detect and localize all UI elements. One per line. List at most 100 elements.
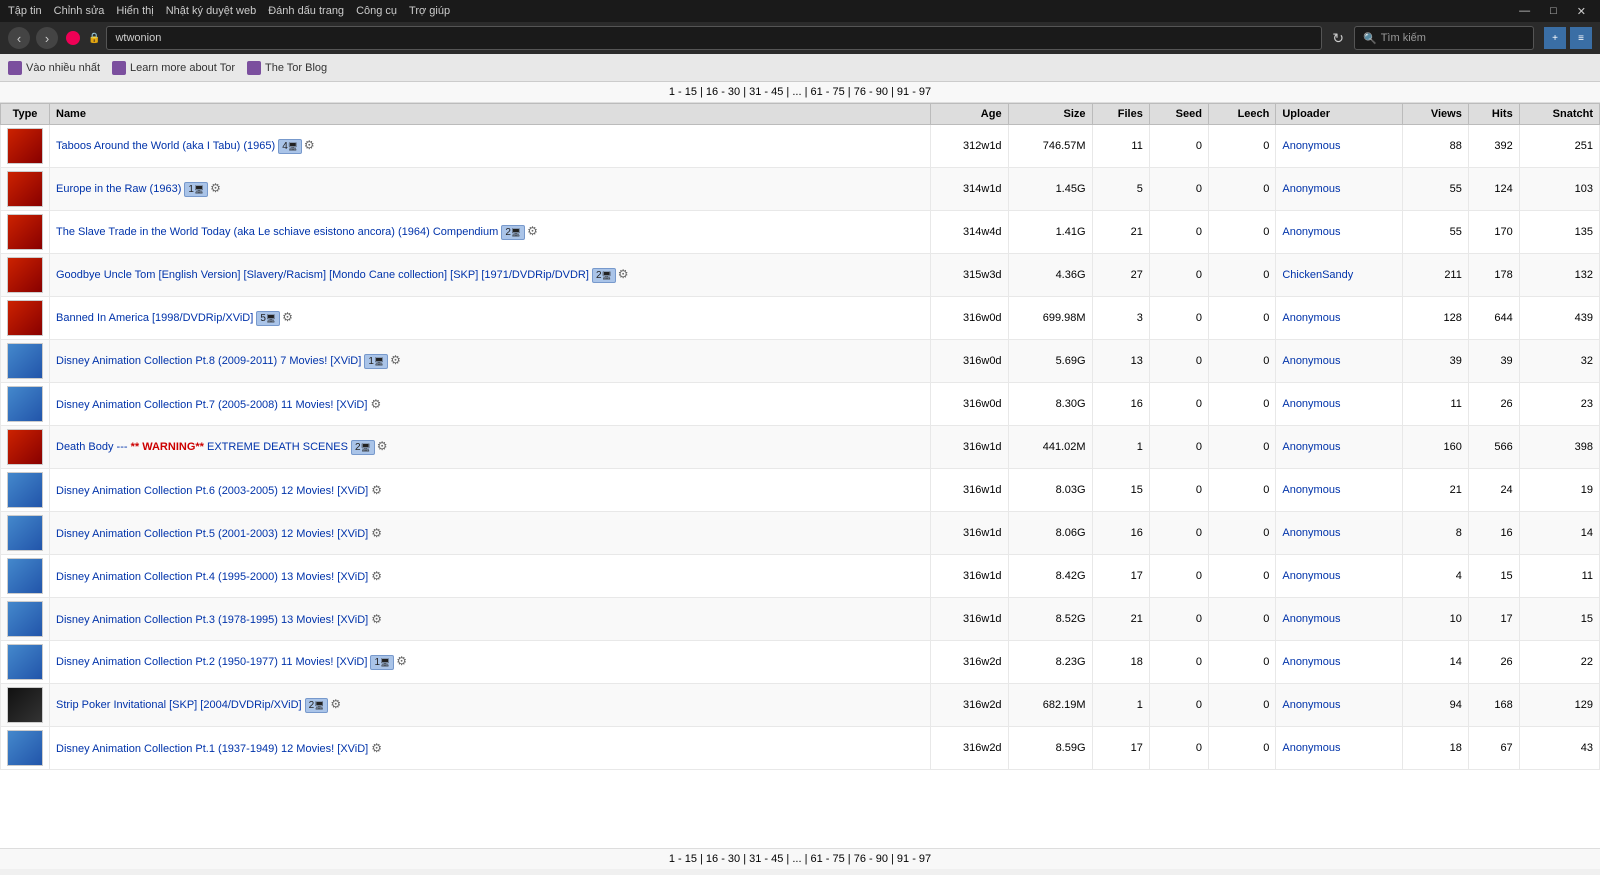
torrent-btn-num[interactable]: 2🖥: [351, 440, 375, 455]
header-size[interactable]: Size: [1008, 104, 1092, 125]
search-box[interactable]: 🔍 Tìm kiếm: [1354, 26, 1534, 50]
uploader-link[interactable]: Anonymous: [1282, 398, 1340, 410]
magnet-icon[interactable]: ⚙: [527, 224, 538, 238]
minimize-button[interactable]: —: [1513, 3, 1536, 20]
uploader-link[interactable]: Anonymous: [1282, 742, 1340, 754]
bookmark-nhieuhat[interactable]: Vào nhiều nhất: [8, 61, 100, 75]
hits-cell: 16: [1468, 512, 1519, 555]
torrent-link[interactable]: Disney Animation Collection Pt.5 (2001-2…: [56, 528, 368, 540]
bookmark-torblog[interactable]: The Tor Blog: [247, 61, 327, 75]
menu-hienthi[interactable]: Hiển thị: [116, 5, 153, 17]
window-controls[interactable]: — □ ✕: [1513, 3, 1592, 20]
header-snatcht[interactable]: Snatcht: [1519, 104, 1599, 125]
bookmark-learntor[interactable]: Learn more about Tor: [112, 61, 235, 75]
uploader-cell: Anonymous: [1276, 512, 1402, 555]
torrent-btn-num[interactable]: 2🖥: [305, 698, 329, 713]
torrent-link[interactable]: Strip Poker Invitational [SKP] [2004/DVD…: [56, 699, 302, 711]
sidebar-button[interactable]: ≡: [1570, 27, 1592, 49]
back-button[interactable]: ‹: [8, 27, 30, 49]
torrent-btn-num[interactable]: 2🖥: [592, 268, 616, 283]
magnet-icon[interactable]: ⚙: [377, 439, 388, 453]
magnet-icon[interactable]: ⚙: [396, 654, 407, 668]
new-tab-button[interactable]: +: [1544, 27, 1566, 49]
torrent-link[interactable]: Goodbye Uncle Tom [English Version] [Sla…: [56, 269, 589, 281]
header-type[interactable]: Type: [1, 104, 50, 125]
torrent-link[interactable]: Disney Animation Collection Pt.7 (2005-2…: [56, 399, 367, 411]
torrent-btn-num[interactable]: 4🖥: [278, 139, 302, 154]
uploader-link[interactable]: Anonymous: [1282, 484, 1340, 496]
menu-nhatky[interactable]: Nhật ký duyệt web: [166, 5, 257, 17]
torrent-link[interactable]: Europe in the Raw (1963): [56, 183, 181, 195]
uploader-link[interactable]: Anonymous: [1282, 656, 1340, 668]
forward-button[interactable]: ›: [36, 27, 58, 49]
header-files[interactable]: Files: [1092, 104, 1149, 125]
uploader-link[interactable]: Anonymous: [1282, 312, 1340, 324]
magnet-icon[interactable]: ⚙: [304, 138, 315, 152]
torrent-link[interactable]: Disney Animation Collection Pt.1 (1937-1…: [56, 743, 368, 755]
browser-action-buttons[interactable]: + ≡: [1544, 27, 1592, 49]
magnet-icon[interactable]: ⚙: [282, 310, 293, 324]
magnet-icon[interactable]: ⚙: [371, 526, 382, 540]
header-age[interactable]: Age: [931, 104, 1009, 125]
torrent-link[interactable]: Death Body --- ** WARNING** EXTREME DEAT…: [56, 441, 348, 453]
magnet-icon[interactable]: ⚙: [210, 181, 221, 195]
torrent-link[interactable]: Disney Animation Collection Pt.8 (2009-2…: [56, 355, 361, 367]
address-bar[interactable]: wtwonion: [106, 26, 1322, 50]
uploader-link[interactable]: Anonymous: [1282, 699, 1340, 711]
seed-cell: 0: [1149, 684, 1208, 727]
menu-trogiup[interactable]: Trợ giúp: [409, 5, 450, 17]
reload-button[interactable]: ↻: [1328, 28, 1348, 49]
close-button[interactable]: ✕: [1571, 3, 1592, 20]
header-hits[interactable]: Hits: [1468, 104, 1519, 125]
table-row: Europe in the Raw (1963) 1🖥⚙ 314w1d 1.45…: [1, 168, 1600, 211]
menu-taptin[interactable]: Tập tin: [8, 5, 42, 17]
menu-bar[interactable]: Tập tin Chỉnh sửa Hiển thị Nhật ký duyệt…: [8, 5, 450, 17]
torrent-link[interactable]: Banned In America [1998/DVDRip/XViD]: [56, 312, 253, 324]
magnet-icon[interactable]: ⚙: [390, 353, 401, 367]
torrent-link[interactable]: Disney Animation Collection Pt.4 (1995-2…: [56, 571, 368, 583]
magnet-icon[interactable]: ⚙: [330, 697, 341, 711]
torrent-link[interactable]: Disney Animation Collection Pt.3 (1978-1…: [56, 614, 368, 626]
uploader-link[interactable]: Anonymous: [1282, 226, 1340, 238]
header-leech[interactable]: Leech: [1208, 104, 1275, 125]
magnet-icon[interactable]: ⚙: [370, 397, 381, 411]
torrent-btn-num[interactable]: 1🖥: [364, 354, 388, 369]
header-uploader[interactable]: Uploader: [1276, 104, 1402, 125]
magnet-icon[interactable]: ⚙: [371, 612, 382, 626]
uploader-link[interactable]: ChickenSandy: [1282, 269, 1353, 281]
torrent-btn-num[interactable]: 2🖥: [501, 225, 525, 240]
menu-danhdan[interactable]: Đánh dấu trang: [268, 5, 344, 17]
magnet-icon[interactable]: ⚙: [371, 569, 382, 583]
torrent-link[interactable]: Disney Animation Collection Pt.2 (1950-1…: [56, 656, 367, 668]
hits-cell: 644: [1468, 297, 1519, 340]
menu-chinhdua[interactable]: Chỉnh sửa: [54, 5, 105, 17]
menu-congcu[interactable]: Công cụ: [356, 5, 397, 17]
torrent-link[interactable]: Taboos Around the World (aka I Tabu) (19…: [56, 140, 275, 152]
uploader-link[interactable]: Anonymous: [1282, 441, 1340, 453]
maximize-button[interactable]: □: [1544, 3, 1563, 20]
header-name[interactable]: Name: [50, 104, 931, 125]
uploader-link[interactable]: Anonymous: [1282, 140, 1340, 152]
header-views[interactable]: Views: [1402, 104, 1468, 125]
torrent-link[interactable]: The Slave Trade in the World Today (aka …: [56, 226, 498, 238]
uploader-cell: Anonymous: [1276, 727, 1402, 770]
magnet-icon[interactable]: ⚙: [618, 267, 629, 281]
uploader-link[interactable]: Anonymous: [1282, 613, 1340, 625]
snatcht-cell: 19: [1519, 469, 1599, 512]
torrent-link[interactable]: Disney Animation Collection Pt.6 (2003-2…: [56, 485, 368, 497]
seed-cell: 0: [1149, 727, 1208, 770]
snatcht-cell: 15: [1519, 598, 1599, 641]
torrent-btn-num[interactable]: 1🖥: [184, 182, 208, 197]
header-seed[interactable]: Seed: [1149, 104, 1208, 125]
uploader-link[interactable]: Anonymous: [1282, 183, 1340, 195]
torrent-btn-num[interactable]: 5🖥: [256, 311, 280, 326]
torrent-btn-num[interactable]: 1🖥: [370, 655, 394, 670]
uploader-link[interactable]: Anonymous: [1282, 527, 1340, 539]
pagination-top-text[interactable]: 1 - 15 | 16 - 30 | 31 - 45 | ... | 61 - …: [669, 86, 931, 98]
pagination-bottom-text[interactable]: 1 - 15 | 16 - 30 | 31 - 45 | ... | 61 - …: [669, 853, 931, 865]
uploader-link[interactable]: Anonymous: [1282, 355, 1340, 367]
type-cell: [1, 469, 50, 512]
magnet-icon[interactable]: ⚙: [371, 483, 382, 497]
magnet-icon[interactable]: ⚙: [371, 741, 382, 755]
uploader-link[interactable]: Anonymous: [1282, 570, 1340, 582]
